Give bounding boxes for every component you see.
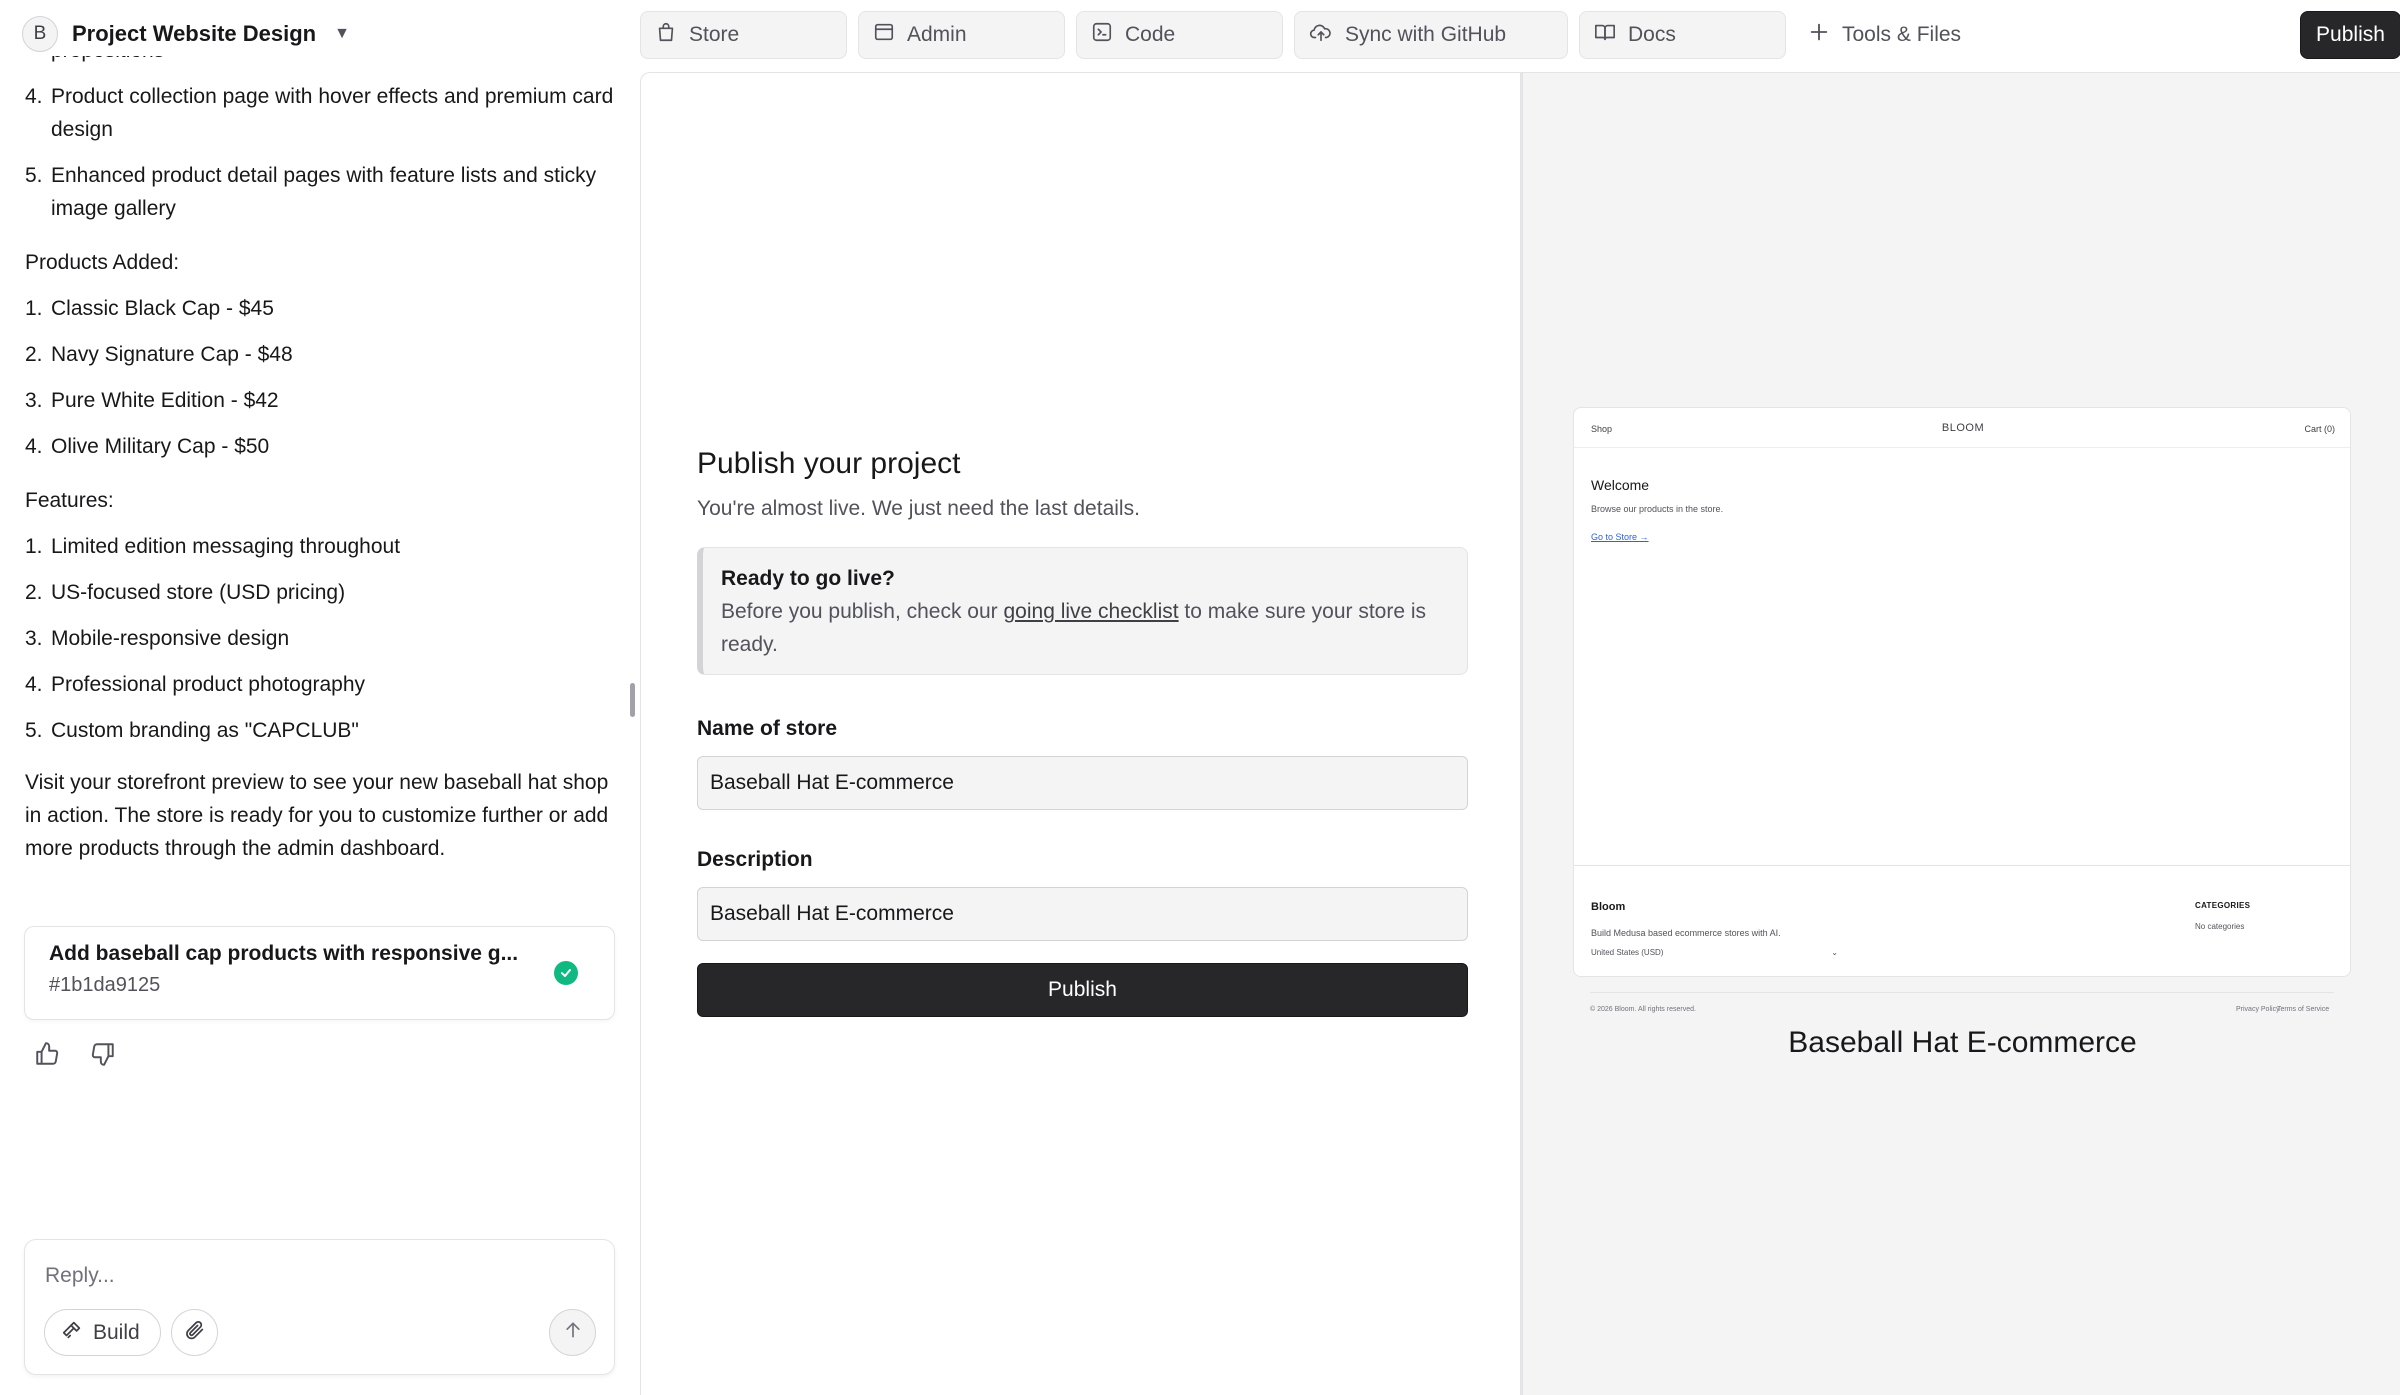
commit-title: Add baseball cap products with responsiv…: [49, 942, 519, 965]
list-item: 1. Classic Black Cap - $45: [25, 297, 274, 320]
reply-composer: Build: [24, 1239, 615, 1375]
tab-docs-label: Docs: [1628, 23, 1676, 46]
browser-window-icon: [873, 21, 895, 49]
footer-divider: [1590, 992, 2334, 993]
publish-button[interactable]: Publish: [697, 963, 1468, 1017]
project-avatar: B: [22, 16, 58, 52]
list-item: 2. Navy Signature Cap - $48: [25, 343, 293, 366]
assistant-message: propositions 4. Product collection page …: [25, 56, 615, 865]
chevron-down-icon: ⌄: [1831, 948, 1838, 957]
panel-resize-handle[interactable]: [630, 683, 635, 717]
publish-top-button[interactable]: Publish: [2300, 11, 2400, 59]
arrow-up-icon: [563, 1320, 583, 1345]
list-item: 4. Professional product photography: [25, 673, 366, 696]
chevron-down-icon: ▼: [334, 25, 350, 42]
app-window: B Project Website Design ▼ propositions …: [0, 0, 2400, 1395]
list-item: 5. Custom branding as "CAPCLUB": [25, 719, 359, 742]
send-button[interactable]: [549, 1309, 596, 1356]
storefront-footer: Bloom Build Medusa based ecommerce store…: [1574, 865, 2350, 976]
tab-store-label: Store: [689, 23, 740, 46]
storefront-go-to-store-link[interactable]: Go to Store →: [1591, 532, 1649, 542]
closing-paragraph: Visit your storefront preview to see you…: [25, 771, 609, 860]
storefront-preview[interactable]: Shop BLOOM Cart (0) Welcome Browse our p…: [1573, 407, 2351, 977]
tab-store[interactable]: Store: [640, 11, 847, 59]
store-name-caption: Baseball Hat E-commerce: [1788, 1026, 2137, 1059]
project-title: Project Website Design: [72, 21, 317, 46]
build-mode-button[interactable]: Build: [44, 1309, 161, 1356]
paperclip-icon: [184, 1319, 206, 1346]
reply-input[interactable]: [45, 1256, 585, 1296]
publish-form: Publish your project You're almost live.…: [697, 447, 1468, 1017]
hammer-icon: [61, 1319, 83, 1347]
copyright: © 2026 Bloom. All rights reserved.: [1590, 1006, 1696, 1013]
workspace: Publish your project You're almost live.…: [640, 72, 2400, 1395]
list-item: 1. Limited edition messaging throughout: [25, 535, 401, 558]
list-item: 4. Olive Military Cap - $50: [25, 435, 270, 458]
storefront-cart-link[interactable]: Cart (0): [2304, 424, 2335, 434]
attach-button[interactable]: [171, 1309, 218, 1356]
list-item: 3. Mobile-responsive design: [25, 627, 290, 650]
commit-card[interactable]: Add baseball cap products with responsiv…: [24, 926, 615, 1020]
notice-title: Ready to go live?: [721, 567, 895, 590]
store-name-label: Name of store: [697, 717, 838, 740]
footer-tagline: Build Medusa based ecommerce stores with…: [1591, 928, 1781, 938]
categories-value: No categories: [2195, 922, 2245, 931]
publish-subtitle: You're almost live. We just need the las…: [697, 497, 1140, 520]
notice-body: Before you publish, check our going live…: [721, 600, 1427, 656]
features-heading: Features:: [25, 489, 114, 512]
tab-code[interactable]: Code: [1076, 11, 1283, 59]
check-circle-icon: [554, 961, 578, 985]
tab-docs[interactable]: Docs: [1579, 11, 1786, 59]
tab-admin-label: Admin: [907, 23, 967, 46]
list-item: propositions: [25, 56, 615, 67]
tab-sync-label: Sync with GitHub: [1345, 23, 1507, 46]
products-heading: Products Added:: [25, 251, 180, 274]
book-open-icon: [1594, 21, 1616, 49]
list-item: 3. Pure White Edition - $42: [25, 389, 279, 412]
going-live-checklist-link[interactable]: going live checklist: [1004, 600, 1179, 623]
tools-files-label: Tools & Files: [1842, 23, 1962, 46]
go-live-notice: Ready to go live? Before you publish, ch…: [697, 547, 1468, 675]
thumbs-up-icon[interactable]: [30, 1037, 64, 1071]
description-field[interactable]: [697, 887, 1468, 941]
commit-hash: #1b1da9125: [49, 974, 161, 996]
publish-title: Publish your project: [697, 447, 961, 480]
tab-sync-github[interactable]: Sync with GitHub: [1294, 11, 1568, 59]
categories-heading: CATEGORIES: [2195, 901, 2251, 910]
description-label: Description: [697, 848, 813, 871]
thumbs-down-icon[interactable]: [86, 1037, 120, 1071]
cloud-upload-icon: [1309, 21, 1333, 49]
project-switcher[interactable]: B Project Website Design ▼: [22, 14, 350, 54]
storefront-welcome: Welcome: [1591, 477, 1650, 493]
storefront-nav: Shop BLOOM Cart (0): [1574, 408, 2350, 448]
tab-admin[interactable]: Admin: [858, 11, 1065, 59]
tab-code-label: Code: [1125, 23, 1176, 46]
store-name-field[interactable]: [697, 756, 1468, 810]
terminal-icon: [1091, 21, 1113, 49]
list-item: 2. US-focused store (USD pricing): [25, 581, 346, 604]
storefront-welcome-desc: Browse our products in the store.: [1591, 504, 1724, 514]
list-item: 4. Product collection page with hover ef…: [25, 85, 614, 141]
storefront-preview-pane: Shop BLOOM Cart (0) Welcome Browse our p…: [1522, 73, 2400, 1395]
chat-panel: B Project Website Design ▼ propositions …: [0, 0, 638, 1395]
region-select[interactable]: United States (USD) ⌄: [1591, 948, 1838, 957]
storefront-brand: BLOOM: [1941, 422, 1985, 434]
tools-files-button[interactable]: Tools & Files: [1808, 11, 1961, 59]
plus-icon: [1808, 21, 1830, 49]
footer-brand: Bloom: [1591, 901, 1626, 913]
shopping-bag-icon: [655, 21, 677, 49]
terms-link[interactable]: Terms of Service: [2277, 1006, 2329, 1013]
build-label: Build: [93, 1320, 140, 1344]
list-item: 5. Enhanced product detail pages with fe…: [25, 164, 597, 220]
privacy-link[interactable]: Privacy Policy: [2236, 1006, 2280, 1013]
feedback-buttons: [30, 1037, 120, 1071]
